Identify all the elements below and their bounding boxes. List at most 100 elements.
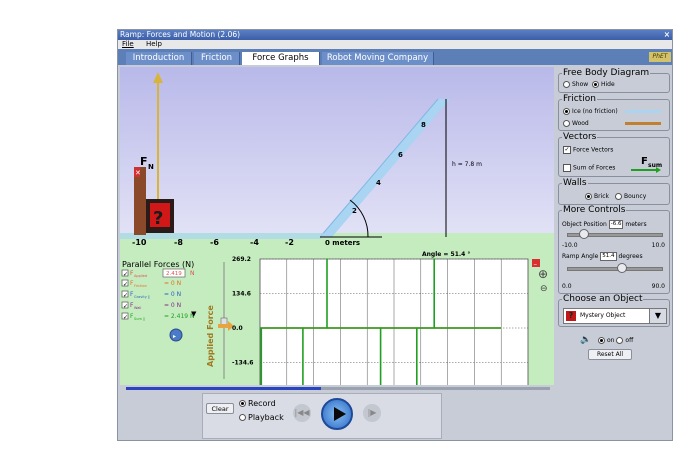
- sound-on-radio[interactable]: [598, 337, 605, 344]
- control-panel: Free Body Diagram Show Hide Friction Ice…: [556, 67, 672, 385]
- clear-button[interactable]: Clear: [206, 403, 234, 414]
- playback-radio[interactable]: [239, 414, 246, 421]
- bouncy-radio[interactable]: [615, 193, 622, 200]
- y-tick-label: 0.0: [232, 325, 243, 332]
- expand-arrow-icon[interactable]: ▼: [191, 310, 197, 318]
- position-min: -10.0: [562, 242, 578, 249]
- playback-progress-track[interactable]: [126, 387, 550, 390]
- force-value: = 0 N: [164, 302, 181, 309]
- position-input[interactable]: -6.6: [608, 220, 624, 229]
- zoom-in-icon[interactable]: ⊕: [538, 267, 548, 281]
- play-icon: [334, 407, 346, 421]
- sum-vector-label: F: [641, 156, 648, 167]
- playback-progress-fill: [126, 387, 322, 390]
- angle-input[interactable]: 51.4: [600, 252, 617, 261]
- ramp-mark-4: 4: [376, 179, 381, 187]
- applied-force-sub: Applied: [134, 274, 147, 278]
- applied-force-unit: N: [190, 270, 195, 277]
- step-forward-icon[interactable]: |▶: [363, 404, 381, 422]
- angle-slider-track[interactable]: [567, 267, 663, 271]
- force-sub: Gravity ∥: [134, 295, 150, 299]
- force-vectors-checkbox[interactable]: ✓: [563, 146, 571, 154]
- menu-help[interactable]: Help: [146, 40, 162, 48]
- ramp-mark-2: 2: [352, 207, 357, 215]
- bouncy-label: Bouncy: [624, 193, 647, 200]
- position-slider-thumb[interactable]: [578, 229, 589, 239]
- check-mark: ✓: [123, 314, 128, 321]
- app-window: Ramp: Forces and Motion (2.06) × File He…: [117, 29, 673, 441]
- check-mark: ✓: [123, 303, 128, 310]
- height-label: h = 7.8 m: [452, 161, 482, 168]
- check-mark: ✓: [123, 281, 128, 288]
- sum-forces-label: Sum of Forces: [573, 164, 616, 172]
- ruler-label: -6: [210, 238, 219, 247]
- check-mark: ✓: [123, 271, 128, 278]
- force-sub: Wall: [134, 306, 141, 310]
- title-bar: Ramp: Forces and Motion (2.06) ×: [118, 30, 672, 40]
- tab-friction[interactable]: Friction: [194, 52, 240, 65]
- object-dropdown[interactable]: ? Mystery Object ▼: [563, 308, 667, 324]
- close-icon[interactable]: ×: [664, 30, 670, 40]
- check-mark: ✓: [123, 292, 128, 299]
- dropdown-arrow-icon[interactable]: ▼: [649, 309, 666, 323]
- y-tick-label: 134.6: [232, 291, 251, 298]
- record-radio[interactable]: [239, 400, 246, 407]
- reset-all-button[interactable]: Reset All: [588, 349, 632, 360]
- free-body-box: Free Body Diagram Show Hide: [558, 68, 670, 93]
- angle-unit: degrees: [618, 253, 643, 260]
- sum-vector-arrowhead: [656, 167, 661, 173]
- ice-floor: [120, 233, 330, 239]
- mystery-object-glyph: ?: [153, 208, 163, 229]
- zoom-out-vertical-icon[interactable]: ⊖: [540, 284, 548, 294]
- walls-title: Walls: [562, 178, 588, 188]
- vectors-box: Vectors ✓ Force Vectors Sum of Forces F s…: [558, 132, 670, 177]
- wood-radio[interactable]: [563, 120, 570, 127]
- menu-file[interactable]: File: [122, 40, 134, 48]
- sound-off-radio[interactable]: [616, 337, 624, 344]
- angle-slider-thumb[interactable]: [616, 263, 627, 273]
- playback-label: Playback: [248, 413, 284, 422]
- record-label: Record: [248, 399, 276, 408]
- applied-force-value: 2.419: [166, 271, 182, 277]
- menu-bar: File Help: [118, 40, 672, 49]
- more-controls-box: More Controls Object Position -6.6 meter…: [558, 205, 670, 294]
- ruler-label: -4: [250, 238, 259, 247]
- wood-swatch: [625, 122, 661, 125]
- angle-max: 90.0: [651, 283, 665, 290]
- graph-options-icon: ▸: [173, 333, 176, 340]
- ice-radio[interactable]: [563, 108, 570, 115]
- brick-label: Brick: [594, 193, 610, 200]
- sound-off-label: off: [625, 337, 634, 344]
- y-axis-label: Applied Force: [206, 305, 215, 367]
- friction-box: Friction Ice (no friction) Wood: [558, 94, 670, 131]
- ruler-label: -2: [285, 238, 294, 247]
- ruler-label: -8: [174, 238, 183, 247]
- free-body-title: Free Body Diagram: [562, 68, 651, 78]
- y-tick-label: 269.2: [232, 256, 251, 263]
- tab-robot-moving-company[interactable]: Robot Moving Company: [322, 52, 434, 65]
- mystery-object-icon: ?: [566, 311, 576, 321]
- tab-introduction[interactable]: Introduction: [126, 52, 192, 65]
- show-radio[interactable]: [563, 81, 570, 88]
- brick-wall: [134, 167, 146, 235]
- sum-forces-checkbox[interactable]: [563, 164, 571, 172]
- tab-force-graphs[interactable]: Force Graphs: [242, 52, 320, 65]
- hide-radio[interactable]: [592, 81, 599, 88]
- phet-logo[interactable]: PhET: [649, 52, 671, 62]
- y-tick-label: -134.6: [232, 360, 253, 367]
- position-max: 10.0: [651, 242, 665, 249]
- position-unit: meters: [625, 221, 647, 228]
- sum-vector-arrow: [631, 169, 657, 171]
- force-value: = 0 N: [164, 280, 181, 287]
- graph-close-glyph: –: [534, 260, 538, 268]
- rewind-icon[interactable]: |◀◀: [293, 404, 311, 422]
- series-point: [326, 258, 328, 260]
- brick-radio[interactable]: [585, 193, 592, 200]
- applied-force-graph: 012345678910269.2134.60.0-134.6-269.2tim…: [232, 256, 529, 385]
- speaker-icon: 🔈: [580, 335, 592, 345]
- ruler-label: -10: [132, 238, 147, 247]
- sound-on-label: on: [607, 337, 615, 344]
- wood-label: Wood: [572, 120, 589, 127]
- position-label: Object Position: [562, 221, 607, 228]
- play-button[interactable]: [321, 398, 353, 430]
